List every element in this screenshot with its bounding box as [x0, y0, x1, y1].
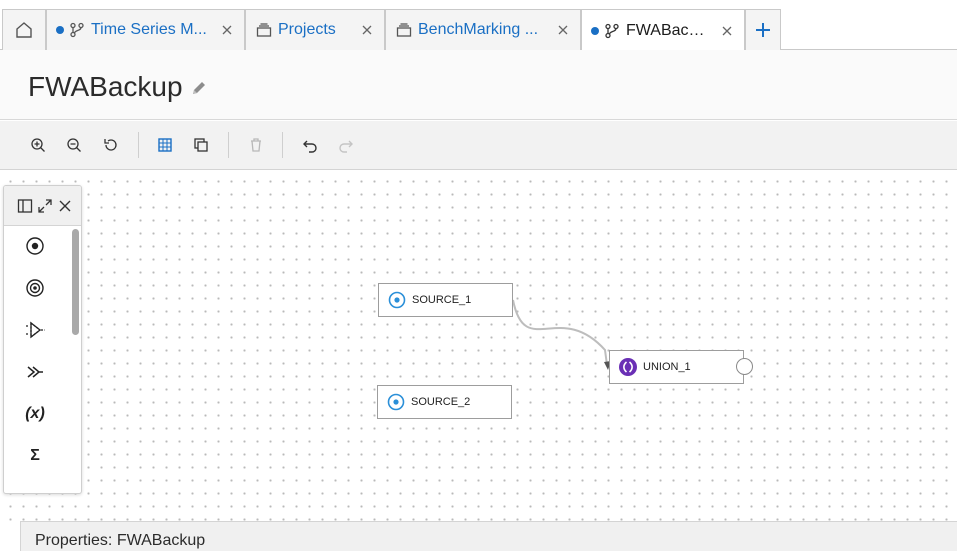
source-node-2[interactable]: SOURCE_2 — [377, 385, 512, 419]
source-icon — [387, 393, 405, 411]
operator-palette: (x) Σ — [3, 185, 82, 494]
properties-panel: Properties: FWABackup — [20, 521, 957, 551]
node-label: SOURCE_1 — [412, 294, 472, 306]
source-icon — [388, 291, 406, 309]
expression-icon[interactable]: (x) — [21, 403, 49, 425]
panel-toggle-icon[interactable] — [16, 197, 34, 215]
join-icon[interactable] — [24, 361, 46, 383]
source-icon[interactable] — [24, 235, 46, 257]
properties-title: Properties: FWABackup — [35, 532, 206, 549]
node-label: SOURCE_2 — [411, 396, 471, 408]
palette-header — [4, 186, 81, 226]
filter-icon[interactable] — [24, 319, 46, 341]
target-icon[interactable] — [24, 277, 46, 299]
output-port[interactable] — [736, 358, 753, 375]
expand-icon[interactable] — [36, 197, 54, 215]
connector-line[interactable] — [0, 0, 957, 543]
source-node-1[interactable]: SOURCE_1 — [378, 283, 513, 317]
union-node-1[interactable]: UNION_1 — [609, 350, 744, 384]
palette-scrollbar[interactable] — [72, 229, 79, 335]
node-label: UNION_1 — [643, 361, 691, 373]
union-icon — [619, 358, 637, 376]
aggregate-icon[interactable]: Σ — [24, 445, 46, 467]
close-icon[interactable] — [56, 197, 74, 215]
